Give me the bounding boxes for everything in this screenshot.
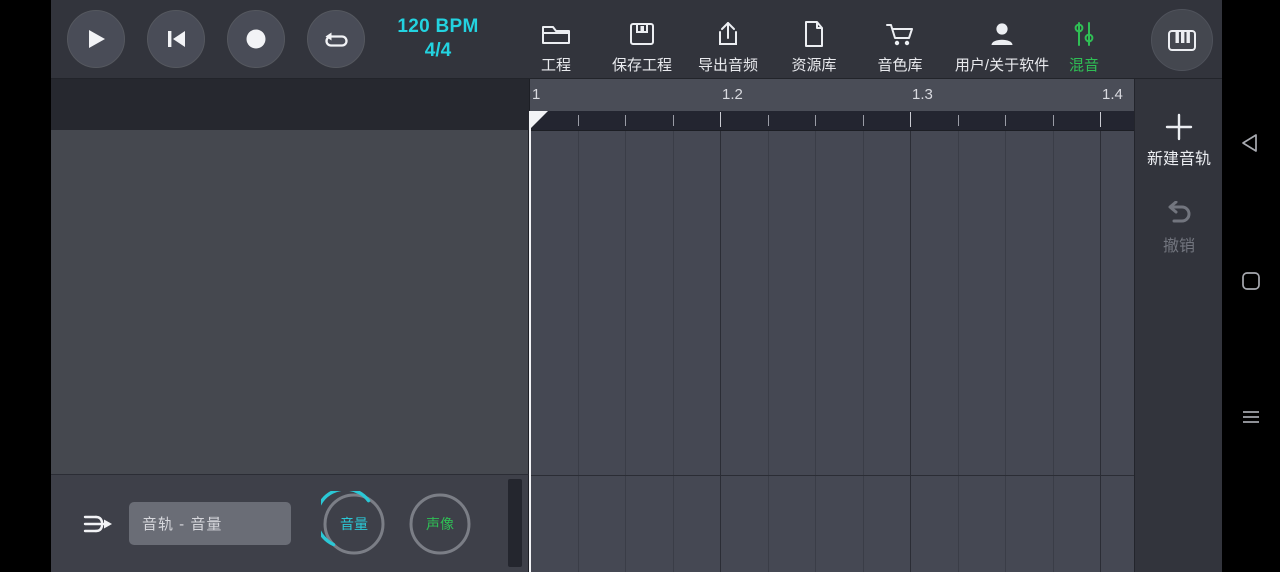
floppy-disk-icon xyxy=(627,16,657,52)
track-name-value: 音轨 - 音量 xyxy=(142,513,222,534)
back-triangle-icon xyxy=(1239,131,1263,155)
menu-item-project[interactable]: 工程 xyxy=(513,3,599,75)
top-toolbar: 120 BPM 4/4 工程 xyxy=(51,0,1222,79)
ruler-tick xyxy=(768,115,769,126)
document-icon xyxy=(801,16,827,52)
menu-item-user-about[interactable]: 用户/关于软件 xyxy=(943,3,1061,75)
share-export-icon xyxy=(713,16,743,52)
menu-label-user-about: 用户/关于软件 xyxy=(955,54,1049,75)
add-track-label: 新建音轨 xyxy=(1147,145,1211,169)
menu-item-sound-store[interactable]: 音色库 xyxy=(857,3,943,75)
track-name-field[interactable]: 音轨 - 音量 xyxy=(129,502,291,545)
ruler-tick-strip xyxy=(530,111,1222,130)
menu-label-export-audio: 导出音频 xyxy=(698,54,758,75)
menu-item-save-project[interactable]: 保存工程 xyxy=(599,3,685,75)
grid-line xyxy=(625,131,626,572)
undo-button[interactable]: 撤销 xyxy=(1135,201,1222,256)
user-icon xyxy=(988,16,1016,52)
pan-knob-label: 声像 xyxy=(426,514,454,534)
ruler-tick xyxy=(1053,115,1054,126)
home-square-icon xyxy=(1240,270,1262,292)
grid-line xyxy=(1053,131,1054,572)
grid-line xyxy=(1100,131,1101,572)
grid-line xyxy=(958,131,959,572)
folder-icon xyxy=(540,16,572,52)
menu-label-sound-store: 音色库 xyxy=(877,54,922,75)
volume-knob-label: 音量 xyxy=(340,514,368,534)
nav-recents-button[interactable] xyxy=(1222,398,1280,436)
mixer-faders-icon xyxy=(1071,16,1097,52)
grid-line xyxy=(578,131,579,572)
ruler-tick xyxy=(815,115,816,126)
menu-label-library: 资源库 xyxy=(791,54,836,75)
track-vertical-scrollbar[interactable] xyxy=(508,479,522,567)
track-row-separator xyxy=(530,475,1222,476)
ruler-label: 1.2 xyxy=(722,86,743,103)
android-navigation-bar xyxy=(1222,0,1280,572)
transport-controls xyxy=(51,10,365,68)
ruler-tick xyxy=(578,115,579,126)
track-control-strip: 音轨 - 音量 音量 声像 xyxy=(51,474,529,572)
ruler-tick xyxy=(1005,115,1006,126)
grid-line xyxy=(815,131,816,572)
arrangement-grid[interactable] xyxy=(530,130,1222,572)
ruler-tick xyxy=(673,115,674,126)
ruler-tick xyxy=(1100,112,1101,127)
menu-item-export-audio[interactable]: 导出音频 xyxy=(685,3,771,75)
volume-knob[interactable]: 音量 xyxy=(321,491,387,557)
time-signature-value: 4/4 xyxy=(379,39,497,63)
playhead-flag[interactable] xyxy=(531,111,548,128)
track-list-panel[interactable] xyxy=(51,130,529,474)
ruler-tick xyxy=(910,112,911,127)
grid-line xyxy=(863,131,864,572)
ruler-label: 1.3 xyxy=(912,86,933,103)
bpm-value: 120 BPM xyxy=(379,15,497,39)
piano-keyboard-icon xyxy=(1165,25,1199,55)
rewind-to-start-button[interactable] xyxy=(147,10,205,68)
nav-home-button[interactable] xyxy=(1222,262,1280,300)
play-button[interactable] xyxy=(67,10,125,68)
menu-label-project: 工程 xyxy=(541,54,571,75)
record-button[interactable] xyxy=(227,10,285,68)
signal-route-icon[interactable] xyxy=(75,508,121,540)
undo-arrow-icon xyxy=(1162,201,1196,231)
ruler-tick xyxy=(720,112,721,127)
grid-line xyxy=(720,131,721,572)
menu-item-library[interactable]: 资源库 xyxy=(771,3,857,75)
add-track-button[interactable]: 新建音轨 xyxy=(1135,110,1222,169)
menu-item-mixer[interactable]: 混音 xyxy=(1061,3,1107,75)
undo-label: 撤销 xyxy=(1163,232,1195,256)
grid-line xyxy=(1005,131,1006,572)
grid-line xyxy=(768,131,769,572)
toolbar-menu: 工程 保存工程 xyxy=(513,3,1107,75)
right-action-rail: 新建音轨 撤销 xyxy=(1134,79,1222,572)
plus-icon xyxy=(1162,110,1196,144)
tempo-display[interactable]: 120 BPM 4/4 xyxy=(379,15,497,62)
ruler-label: 1.4 xyxy=(1102,86,1123,103)
nav-back-button[interactable] xyxy=(1222,124,1280,162)
grid-line xyxy=(910,131,911,572)
menu-label-mixer: 混音 xyxy=(1069,54,1099,75)
ruler-label: 1 xyxy=(532,86,540,103)
grid-line xyxy=(673,131,674,572)
playhead-line[interactable] xyxy=(529,111,531,572)
loop-button[interactable] xyxy=(307,10,365,68)
ruler-tick xyxy=(625,115,626,126)
piano-keyboard-button[interactable] xyxy=(1151,9,1213,71)
daw-app-window: 120 BPM 4/4 工程 xyxy=(51,0,1222,572)
track-header-blank-area xyxy=(51,79,530,130)
ruler-tick xyxy=(958,115,959,126)
menu-label-save-project: 保存工程 xyxy=(612,54,672,75)
device-left-letterbox xyxy=(0,0,51,572)
recents-lines-icon xyxy=(1239,407,1263,427)
pan-knob[interactable]: 声像 xyxy=(407,491,473,557)
ruler-tick xyxy=(863,115,864,126)
shopping-cart-icon xyxy=(884,16,916,52)
